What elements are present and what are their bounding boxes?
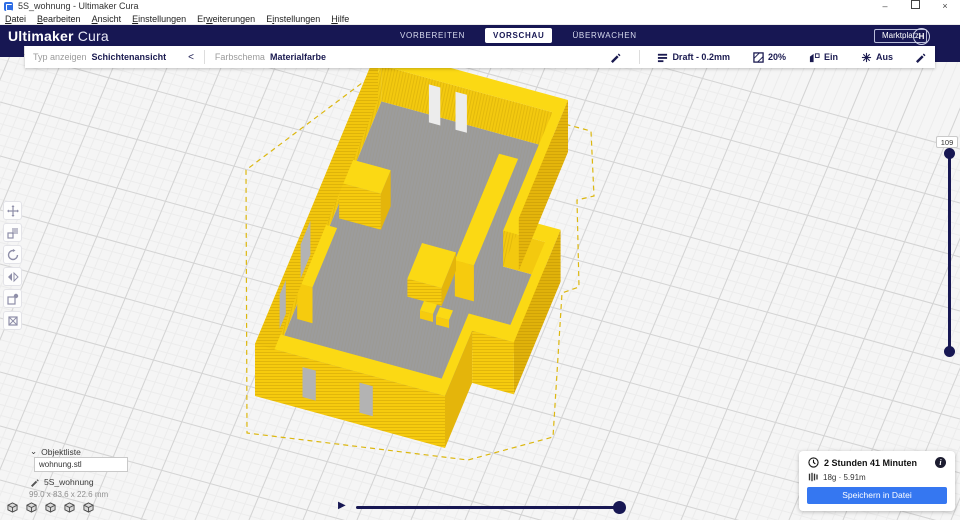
- menu-item-hilfe-6[interactable]: Hilfe: [331, 14, 349, 24]
- tool-per-model-settings-button[interactable]: [3, 289, 22, 308]
- adhesion-setting[interactable]: Aus: [861, 52, 893, 63]
- model-wohnung[interactable]: [246, 48, 594, 460]
- camera-view-buttons: [7, 500, 94, 518]
- color-scheme-value[interactable]: Materialfarbe: [270, 52, 326, 62]
- menu-item-einstellungen-5[interactable]: Einstellungen: [266, 14, 320, 24]
- clock-icon: [808, 457, 819, 468]
- menu-item-einstellungen-3[interactable]: Einstellungen: [132, 14, 186, 24]
- layer-number-badge: 109: [936, 136, 958, 148]
- stage-tabs: VORBEREITEN VORSCHAU ÜBERWACHEN: [392, 25, 645, 46]
- view-front-button[interactable]: [26, 500, 37, 518]
- print-summary-card: 2 Stunden 41 Minuten i 18g · 5.91m Speic…: [799, 451, 955, 511]
- layer-slider-handle-bottom[interactable]: [944, 346, 955, 357]
- layer-slider-handle-top[interactable]: [944, 148, 955, 159]
- material-usage: 18g · 5.91m: [823, 473, 866, 482]
- tool-mirror-button[interactable]: [3, 267, 22, 286]
- infill-icon: [753, 52, 764, 63]
- stage-menu-bar: Typ anzeigen Schichtenansicht < Farbsche…: [25, 46, 935, 68]
- tab-vorbereiten[interactable]: VORBEREITEN: [392, 28, 473, 43]
- header-edge-left: [0, 46, 24, 57]
- tab-ueberwachen[interactable]: ÜBERWACHEN: [564, 28, 644, 43]
- collapse-chevron-icon[interactable]: <: [188, 52, 194, 63]
- tool-support-blocker-button[interactable]: [3, 311, 22, 330]
- menu-bar: Datei Bearbeiten Ansicht Einstellungen Erwei…: [0, 13, 960, 25]
- play-icon[interactable]: ▶: [338, 500, 346, 512]
- menu-item-bearbeiten-1[interactable]: Bearbeiten: [37, 14, 81, 24]
- model-dimensions: 99.0 x 83.6 x 22.6 mm: [29, 490, 108, 499]
- infill-setting[interactable]: 20%: [753, 52, 786, 63]
- main-header: Ultimaker Cura VORBEREITEN VORSCHAU ÜBER…: [0, 25, 960, 46]
- objectlist-file-item[interactable]: wohnung.stl: [34, 457, 128, 472]
- edit-view-pencil-icon[interactable]: [611, 52, 622, 63]
- tool-column: [3, 201, 23, 330]
- maximize-icon: [911, 0, 920, 9]
- adhesion-icon: [861, 52, 872, 63]
- view-left-button[interactable]: [64, 500, 75, 518]
- layer-slider-track[interactable]: [948, 152, 951, 354]
- view-top-button[interactable]: [45, 500, 56, 518]
- layer-height-icon: [657, 52, 668, 63]
- menu-item-ansicht-2[interactable]: Ansicht: [92, 14, 122, 24]
- color-scheme-label: Farbschema: [215, 52, 265, 62]
- maximize-button[interactable]: [900, 0, 930, 13]
- pencil-icon: [31, 478, 40, 487]
- objectlist-title: Objektliste: [41, 447, 81, 457]
- material-spool-icon: [808, 472, 818, 482]
- tool-rotate-button[interactable]: [3, 245, 22, 264]
- cura-app-icon: [4, 2, 13, 11]
- title-bar: 5S_wohnung - Ultimaker Cura – ×: [0, 0, 960, 13]
- menu-item-erweiterungen-4[interactable]: Erweiterungen: [197, 14, 255, 24]
- header-edge-right: [935, 46, 960, 62]
- tool-move-button[interactable]: [3, 201, 22, 220]
- support-icon: [809, 52, 820, 63]
- view-3d-button[interactable]: [7, 500, 18, 518]
- tool-scale-button[interactable]: [3, 223, 22, 242]
- path-scrubber-handle[interactable]: [613, 501, 626, 514]
- path-scrubber-track[interactable]: [356, 506, 624, 509]
- view-right-button[interactable]: [83, 500, 94, 518]
- profile-setting[interactable]: Draft - 0.2mm: [657, 52, 730, 63]
- chevron-down-icon: ⌄: [30, 446, 37, 457]
- tab-vorschau[interactable]: VORSCHAU: [485, 28, 552, 43]
- viewport-3d[interactable]: [0, 46, 960, 520]
- minimize-button[interactable]: –: [870, 0, 900, 13]
- print-time: 2 Stunden 41 Minuten: [824, 458, 917, 468]
- menu-item-datei-0[interactable]: Datei: [5, 14, 26, 24]
- close-button[interactable]: ×: [930, 0, 960, 13]
- project-name-row[interactable]: 5S_wohnung: [31, 477, 94, 487]
- objectlist-header[interactable]: ⌄ Objektliste: [30, 446, 81, 457]
- account-avatar[interactable]: H: [913, 28, 930, 45]
- support-setting[interactable]: Ein: [809, 52, 838, 63]
- project-name: 5S_wohnung: [44, 477, 94, 487]
- window-title: 5S_wohnung - Ultimaker Cura: [18, 0, 139, 13]
- view-type-label: Typ anzeigen: [33, 52, 87, 62]
- save-to-file-button[interactable]: Speichern in Datei: [807, 487, 947, 504]
- view-type-value[interactable]: Schichtenansicht: [92, 52, 167, 62]
- edit-print-settings-pencil-icon[interactable]: [916, 52, 927, 63]
- ultimaker-cura-logo: Ultimaker Cura: [8, 28, 109, 44]
- info-icon[interactable]: i: [935, 457, 946, 468]
